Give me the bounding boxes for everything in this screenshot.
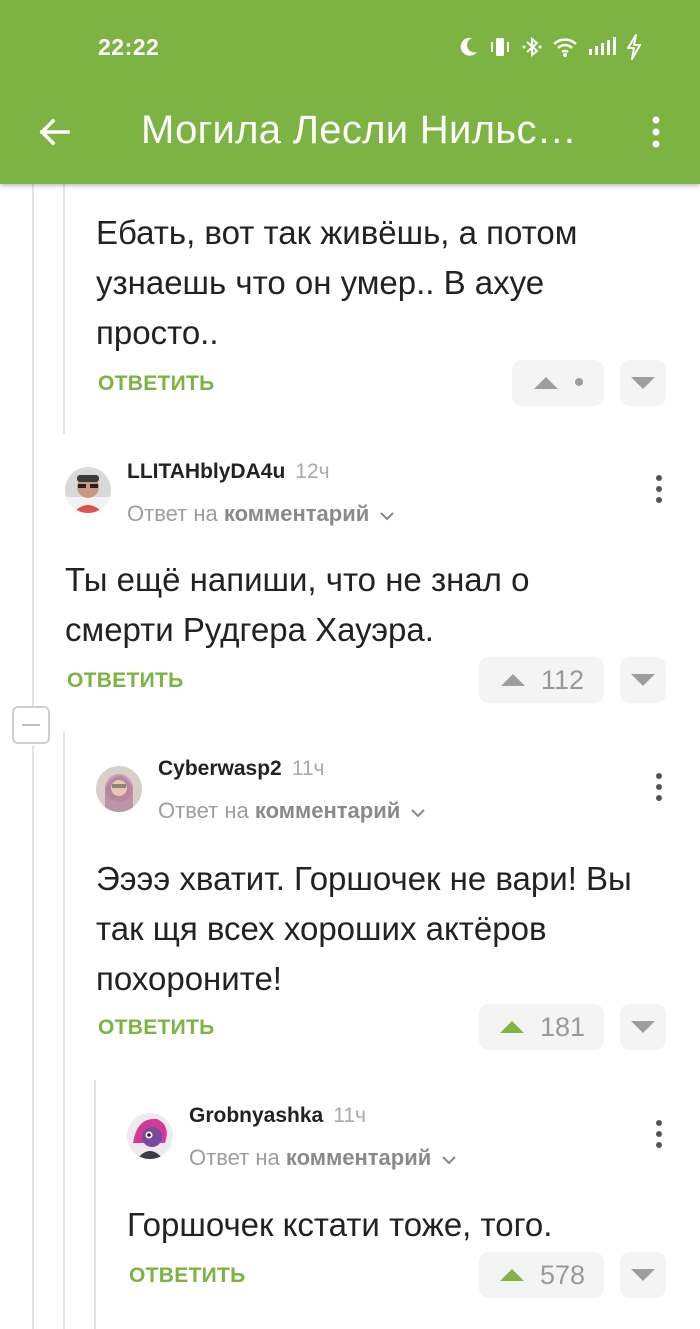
chevron-down-icon bbox=[380, 512, 395, 521]
arrow-left-icon[interactable] bbox=[34, 112, 74, 152]
more-vert-icon[interactable] bbox=[646, 112, 666, 152]
moon-icon bbox=[460, 37, 477, 56]
more-vert-icon[interactable] bbox=[653, 474, 665, 504]
reply-button[interactable]: ОТВЕТИТЬ bbox=[98, 1016, 215, 1040]
avatar[interactable] bbox=[127, 1113, 173, 1159]
author-name[interactable]: LLITAHblyDA4u bbox=[127, 460, 285, 483]
chevron-down-icon bbox=[442, 1156, 457, 1165]
arrow-up-icon bbox=[499, 1021, 524, 1033]
upvote-button[interactable]: 112 bbox=[479, 657, 604, 703]
reply-to[interactable]: Ответ на комментарий bbox=[127, 501, 395, 527]
arrow-down-icon bbox=[631, 1269, 655, 1281]
chevron-down-icon bbox=[411, 809, 426, 818]
status-icons bbox=[459, 34, 642, 60]
comment-text: Ебать, вот так живёшь, а потом узнаешь ч… bbox=[96, 214, 578, 351]
reply-button[interactable]: ОТВЕТИТЬ bbox=[129, 1264, 246, 1288]
upvote-button[interactable]: • bbox=[512, 360, 604, 406]
rating-value: 578 bbox=[539, 1259, 586, 1290]
comment-author-line: Cyberwasp2 11ч bbox=[158, 757, 324, 781]
avatar[interactable] bbox=[96, 766, 142, 812]
comment-avatar[interactable] bbox=[65, 467, 111, 513]
comment-time: 11ч bbox=[291, 757, 325, 780]
thread-line bbox=[63, 184, 65, 434]
vibrate-icon bbox=[491, 38, 509, 56]
upvote-button[interactable]: 578 bbox=[479, 1252, 604, 1298]
author-name[interactable]: Grobnyashka bbox=[189, 1104, 323, 1127]
arrow-up-icon bbox=[500, 674, 525, 686]
charging-icon bbox=[627, 34, 641, 60]
reply-to-prefix: Ответ на bbox=[158, 798, 249, 823]
comment-time: 12ч bbox=[295, 460, 330, 483]
bluetooth-icon bbox=[522, 36, 542, 58]
comment-author-line: Grobnyashka 11ч bbox=[189, 1104, 366, 1128]
reply-to[interactable]: Ответ на комментарий bbox=[158, 798, 426, 824]
reply-to-target[interactable]: комментарий bbox=[255, 798, 400, 823]
comment-text: Ээээ хватит. Горшочек не вари! Вы так щя… bbox=[96, 860, 632, 997]
arrow-up-icon bbox=[499, 1269, 524, 1281]
more-vert-icon[interactable] bbox=[653, 772, 665, 802]
thread-line bbox=[94, 1080, 96, 1329]
comment-avatar[interactable] bbox=[127, 1113, 173, 1159]
reply-to-prefix: Ответ на bbox=[127, 501, 218, 526]
arrow-down-icon bbox=[631, 674, 655, 686]
reply-to-target[interactable]: комментарий bbox=[224, 501, 369, 526]
author-name[interactable]: Cyberwasp2 bbox=[158, 757, 282, 780]
arrow-up-icon bbox=[533, 377, 558, 389]
downvote-button[interactable] bbox=[620, 1252, 666, 1298]
collapse-thread-button[interactable] bbox=[12, 706, 50, 744]
signal-icon bbox=[589, 37, 616, 55]
rating-value: 112 bbox=[540, 664, 585, 695]
reply-button[interactable]: ОТВЕТИТЬ bbox=[98, 372, 215, 396]
downvote-button[interactable] bbox=[620, 1004, 666, 1050]
page-title: Могила Лесли Нильсена bbox=[141, 108, 596, 152]
comment-text: Ты ещё напиши, что не знал о смерти Рудг… bbox=[65, 561, 530, 648]
thread-line bbox=[32, 184, 34, 706]
rating-value: 181 bbox=[539, 1011, 586, 1042]
more-vert-icon[interactable] bbox=[653, 1119, 665, 1149]
rating-dot: • bbox=[573, 366, 585, 399]
status-time: 22:22 bbox=[98, 34, 160, 60]
arrow-down-icon bbox=[631, 1021, 655, 1033]
downvote-button[interactable] bbox=[620, 360, 666, 406]
comment-text: Горшочек кстати тоже, того. bbox=[127, 1206, 553, 1243]
reply-to-prefix: Ответ на bbox=[189, 1145, 280, 1170]
avatar[interactable] bbox=[65, 467, 111, 513]
comment-author-line: LLITAHblyDA4u 12ч bbox=[127, 460, 330, 484]
comment-avatar[interactable] bbox=[96, 766, 142, 812]
reply-to[interactable]: Ответ на комментарий bbox=[189, 1145, 457, 1171]
wifi-icon bbox=[553, 38, 577, 57]
reply-to-target[interactable]: комментарий bbox=[286, 1145, 431, 1170]
arrow-down-icon bbox=[631, 377, 655, 389]
reply-button[interactable]: ОТВЕТИТЬ bbox=[67, 669, 184, 693]
comment-time: 11ч bbox=[333, 1104, 366, 1127]
thread-line bbox=[32, 746, 34, 1329]
thread-line bbox=[63, 732, 65, 1329]
app-bar: 22:22 Могила Лесли Нильсена bbox=[0, 0, 700, 184]
upvote-button[interactable]: 181 bbox=[479, 1004, 604, 1050]
downvote-button[interactable] bbox=[620, 657, 666, 703]
